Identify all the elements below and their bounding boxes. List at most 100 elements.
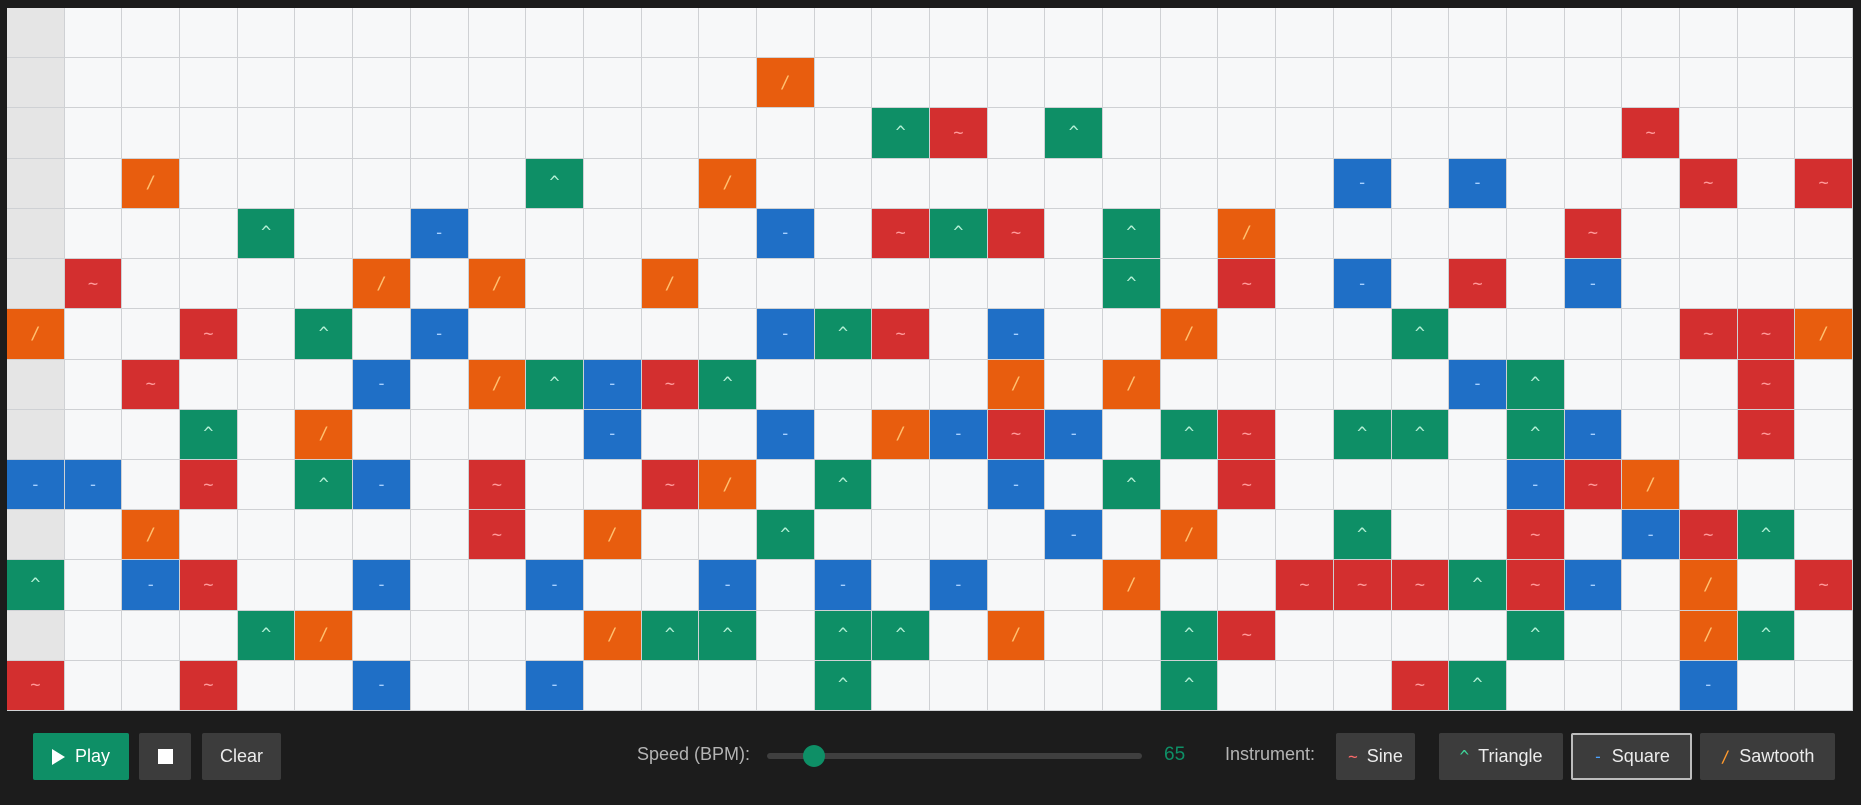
step-cell-empty[interactable] (122, 208, 181, 260)
step-cell-empty[interactable] (814, 158, 873, 209)
step-cell-sine[interactable]: ~ (180, 660, 238, 711)
step-cell-empty[interactable] (1506, 58, 1565, 109)
step-cell-empty[interactable] (1506, 259, 1565, 310)
step-cell-empty[interactable] (1333, 108, 1392, 159)
step-cell-empty[interactable] (930, 660, 988, 711)
step-cell-empty[interactable] (237, 8, 296, 59)
step-cell-triangle[interactable]: ^ (1449, 660, 1507, 711)
step-cell-sine[interactable]: ~ (1564, 208, 1623, 260)
speed-slider[interactable] (767, 745, 1142, 767)
step-cell-empty[interactable] (122, 58, 181, 109)
step-cell-square[interactable]: - (756, 309, 815, 360)
step-cell-empty[interactable] (122, 8, 181, 59)
step-cell-empty[interactable] (64, 208, 123, 260)
step-cell-square[interactable]: - (1564, 409, 1623, 460)
step-cell-empty[interactable] (1795, 208, 1853, 260)
step-cell-empty[interactable] (1449, 610, 1507, 661)
step-cell-empty[interactable] (295, 58, 354, 109)
step-cell-empty[interactable] (468, 158, 527, 209)
step-cell-empty[interactable] (1276, 58, 1334, 109)
step-cell-empty[interactable] (814, 359, 873, 410)
step-cell-empty[interactable] (1391, 58, 1450, 109)
step-cell-empty[interactable] (64, 309, 123, 360)
step-cell-empty[interactable] (1160, 8, 1219, 59)
step-cell-square[interactable]: - (410, 208, 469, 260)
step-cell-empty[interactable] (1160, 108, 1219, 159)
step-cell-empty[interactable] (1045, 560, 1104, 611)
step-cell-empty[interactable] (1564, 8, 1623, 59)
step-cell-empty[interactable] (930, 158, 988, 209)
step-cell-empty[interactable] (1564, 108, 1623, 159)
step-cell-triangle[interactable]: ^ (814, 309, 873, 360)
step-cell-empty[interactable] (583, 58, 642, 109)
step-cell-sine[interactable]: ~ (1506, 560, 1565, 611)
step-cell-empty[interactable] (1449, 58, 1507, 109)
step-cell-sawtooth[interactable]: / (987, 359, 1046, 410)
step-cell-empty[interactable] (872, 660, 930, 711)
step-cell-empty[interactable] (1679, 459, 1738, 511)
step-cell-triangle[interactable]: ^ (1333, 510, 1392, 561)
step-cell-sawtooth[interactable]: / (122, 158, 181, 209)
step-cell-triangle[interactable]: ^ (814, 610, 873, 661)
step-cell-empty[interactable] (699, 259, 757, 310)
step-cell-empty[interactable] (410, 158, 469, 209)
step-cell-empty[interactable] (1622, 560, 1680, 611)
step-cell-triangle[interactable]: ^ (1103, 208, 1161, 260)
step-cell-empty[interactable] (814, 510, 873, 561)
step-cell-empty[interactable] (1622, 610, 1680, 661)
step-cell-triangle[interactable]: ^ (7, 560, 65, 611)
step-cell-sawtooth[interactable]: / (7, 309, 65, 360)
step-cell-empty[interactable] (930, 259, 988, 310)
step-cell-triangle[interactable]: ^ (1103, 259, 1161, 310)
step-cell-empty[interactable] (583, 560, 642, 611)
step-cell-sine[interactable]: ~ (1218, 409, 1277, 460)
step-cell-triangle[interactable]: ^ (237, 610, 296, 661)
step-cell-sine[interactable]: ~ (1679, 510, 1738, 561)
instrument-sawtooth-button[interactable]: / Sawtooth (1700, 733, 1835, 780)
step-cell-empty[interactable] (237, 309, 296, 360)
step-cell-empty[interactable] (1333, 8, 1392, 59)
step-cell-square[interactable]: - (1622, 510, 1680, 561)
step-cell-empty[interactable] (641, 158, 700, 209)
step-cell-empty[interactable] (353, 610, 411, 661)
step-cell-empty[interactable] (930, 8, 988, 59)
step-cell-empty[interactable] (930, 610, 988, 661)
step-cell-empty[interactable] (1737, 58, 1796, 109)
step-cell-empty[interactable] (526, 309, 584, 360)
step-cell-empty[interactable] (1622, 359, 1680, 410)
step-cell-empty[interactable] (1622, 8, 1680, 59)
step-cell-empty[interactable] (237, 108, 296, 159)
step-cell-empty[interactable] (1160, 359, 1219, 410)
step-cell-empty[interactable] (1276, 660, 1334, 711)
step-cell-empty[interactable] (1795, 459, 1853, 511)
step-cell-empty[interactable] (1218, 359, 1277, 410)
step-cell-empty[interactable] (930, 58, 988, 109)
step-cell-empty[interactable] (468, 309, 527, 360)
step-cell-empty[interactable] (1276, 158, 1334, 209)
step-cell-empty[interactable] (64, 359, 123, 410)
step-cell-empty[interactable] (641, 58, 700, 109)
step-cell-sine[interactable]: ~ (1679, 158, 1738, 209)
step-cell-empty[interactable] (1391, 510, 1450, 561)
step-cell-empty[interactable] (814, 108, 873, 159)
step-cell-empty[interactable] (1391, 610, 1450, 661)
step-cell-square[interactable]: - (930, 409, 988, 460)
step-cell-empty[interactable] (641, 660, 700, 711)
step-cell-empty[interactable] (526, 510, 584, 561)
step-cell-empty[interactable] (987, 259, 1046, 310)
step-cell-empty[interactable] (1737, 259, 1796, 310)
step-cell-empty[interactable] (122, 660, 181, 711)
step-cell-empty[interactable] (180, 8, 238, 59)
step-cell-empty[interactable] (1218, 58, 1277, 109)
step-cell-empty[interactable] (1333, 610, 1392, 661)
step-cell-square[interactable]: - (583, 359, 642, 410)
step-cell-empty[interactable] (1679, 359, 1738, 410)
step-cell-empty[interactable] (122, 409, 181, 460)
step-cell-square[interactable]: - (526, 660, 584, 711)
step-cell-empty[interactable] (1564, 610, 1623, 661)
step-cell-empty[interactable] (1795, 259, 1853, 310)
step-cell-empty[interactable] (583, 309, 642, 360)
step-cell-triangle[interactable]: ^ (641, 610, 700, 661)
step-cell-empty[interactable] (295, 560, 354, 611)
step-cell-empty[interactable] (122, 459, 181, 511)
